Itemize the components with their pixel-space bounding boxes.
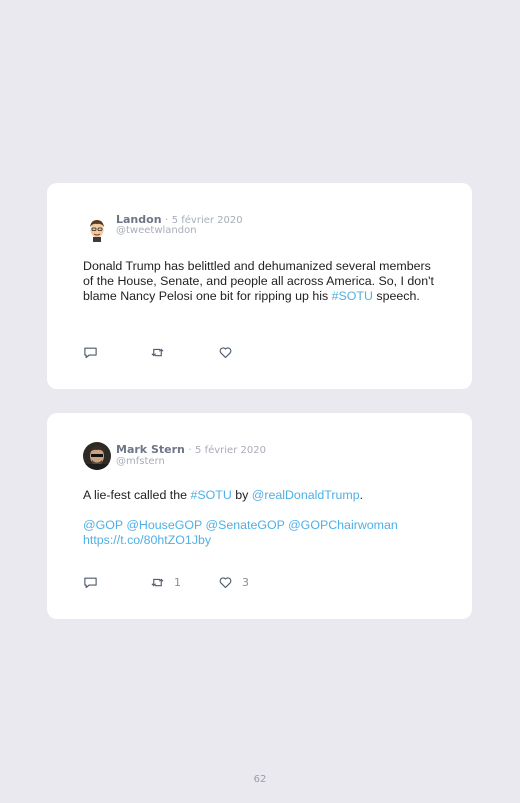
tweet-text: A lie-fest called the #SOTU by @realDona… — [83, 488, 443, 503]
retweet-icon — [151, 578, 164, 587]
mention-link[interactable]: @realDonaldTrump — [252, 488, 360, 502]
tweet-card: Mark Stern · 5 février 2020 @mfstern A l… — [47, 413, 472, 619]
like-count: 3 — [242, 576, 249, 589]
tweet-text-a: A lie-fest called the — [83, 488, 191, 502]
tweet-text-b: by — [231, 488, 252, 502]
reply-button[interactable] — [83, 575, 98, 590]
author-handle[interactable]: @mfstern — [116, 456, 165, 467]
like-icon — [219, 577, 232, 589]
like-button[interactable] — [218, 345, 242, 360]
hashtag-link[interactable]: #SOTU — [190, 488, 231, 502]
reply-icon — [84, 347, 97, 359]
like-icon — [219, 347, 232, 359]
mentions-links[interactable]: @GOP @HouseGOP @SenateGOP @GOPChairwoman — [83, 518, 398, 532]
tweet-card: Landon · 5 février 2020 @tweetwlandon Do… — [47, 183, 472, 389]
reply-button[interactable] — [83, 345, 98, 360]
retweet-icon — [151, 348, 164, 357]
url-link[interactable]: https://t.co/80htZO1Jby — [83, 533, 211, 547]
tweet-actions: 1 3 — [83, 575, 283, 591]
hashtag-link[interactable]: #SOTU — [332, 289, 373, 303]
retweet-button[interactable] — [150, 345, 174, 360]
tweet-mentions: @GOP @HouseGOP @SenateGOP @GOPChairwoman… — [83, 518, 443, 548]
retweet-count: 1 — [174, 576, 181, 589]
avatar[interactable] — [83, 442, 111, 470]
avatar[interactable] — [83, 215, 111, 243]
tweet-text-end: speech. — [372, 289, 420, 303]
tweet-date: 5 février 2020 — [195, 445, 266, 456]
page-number: 62 — [253, 774, 267, 785]
author-handle[interactable]: @tweetwlandon — [116, 225, 197, 236]
like-button[interactable]: 3 — [218, 575, 249, 590]
author-name[interactable]: Mark Stern — [116, 443, 185, 456]
author-line: Mark Stern · 5 février 2020 — [116, 443, 266, 456]
tweet-text-c: . — [359, 488, 364, 502]
tweet-text: Donald Trump has belittled and dehumaniz… — [83, 259, 443, 304]
separator-dot: · — [188, 445, 192, 456]
tweet-actions — [83, 345, 283, 361]
retweet-button[interactable]: 1 — [150, 575, 181, 590]
reply-icon — [84, 577, 97, 589]
